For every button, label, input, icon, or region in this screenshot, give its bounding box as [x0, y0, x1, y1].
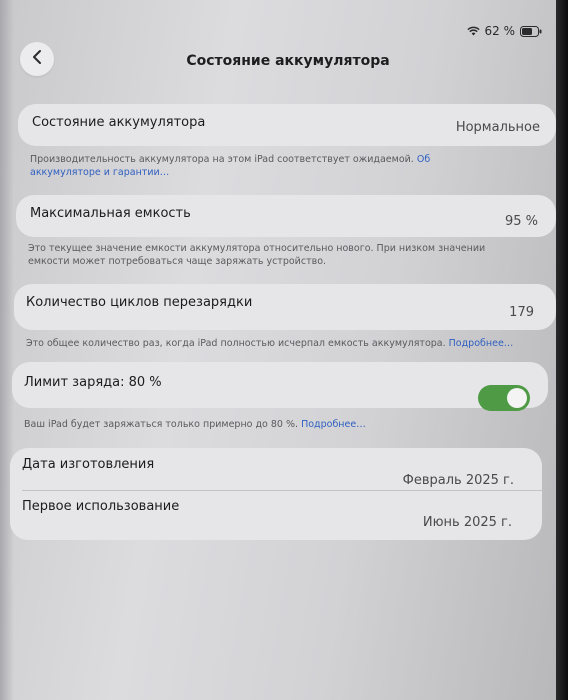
dates-divider: [22, 490, 542, 491]
cycle-count-note: Это общее количество раз, когда iPad пол…: [26, 338, 514, 349]
first-use-label: Первое использование: [22, 499, 180, 514]
battery-health-note: Производительность аккумулятора на этом …: [30, 154, 431, 178]
battery-icon: [520, 25, 542, 37]
device-bezel: [556, 0, 568, 700]
battery-health-value: Нормальное: [455, 120, 540, 135]
max-capacity-label: Максимальная емкость: [30, 206, 191, 221]
cycle-count-label: Количество циклов перезарядки: [26, 295, 253, 310]
page-title: Состояние аккумулятора: [186, 53, 390, 69]
battery-health-label: Состояние аккумулятора: [32, 115, 206, 130]
first-use-value: Июнь 2025 г.: [422, 515, 512, 530]
charge-limit-note: Ваш iPad будет заряжаться только примерн…: [24, 419, 366, 430]
settings-screen: 62 % Состояние аккумулятора Состояние ак…: [0, 0, 556, 700]
cycle-count-link[interactable]: Подробнее…: [449, 338, 514, 349]
charge-limit-link[interactable]: Подробнее…: [301, 419, 366, 430]
max-capacity-note: Это текущее значение емкости аккумулятор…: [28, 243, 486, 267]
edge-shade: [0, 0, 14, 700]
manufacture-date-value: Февраль 2025 г.: [402, 473, 514, 488]
charge-limit-toggle[interactable]: [478, 385, 530, 411]
wifi-icon: [466, 26, 480, 36]
status-bar: 62 %: [466, 24, 543, 38]
toggle-knob: [507, 388, 527, 408]
charge-limit-label: Лимит заряда: 80 %: [24, 375, 162, 390]
manufacture-date-label: Дата изготовления: [22, 457, 155, 472]
battery-percent: 62 %: [484, 24, 516, 38]
max-capacity-value: 95 %: [504, 214, 538, 229]
cycle-count-value: 179: [509, 305, 534, 320]
